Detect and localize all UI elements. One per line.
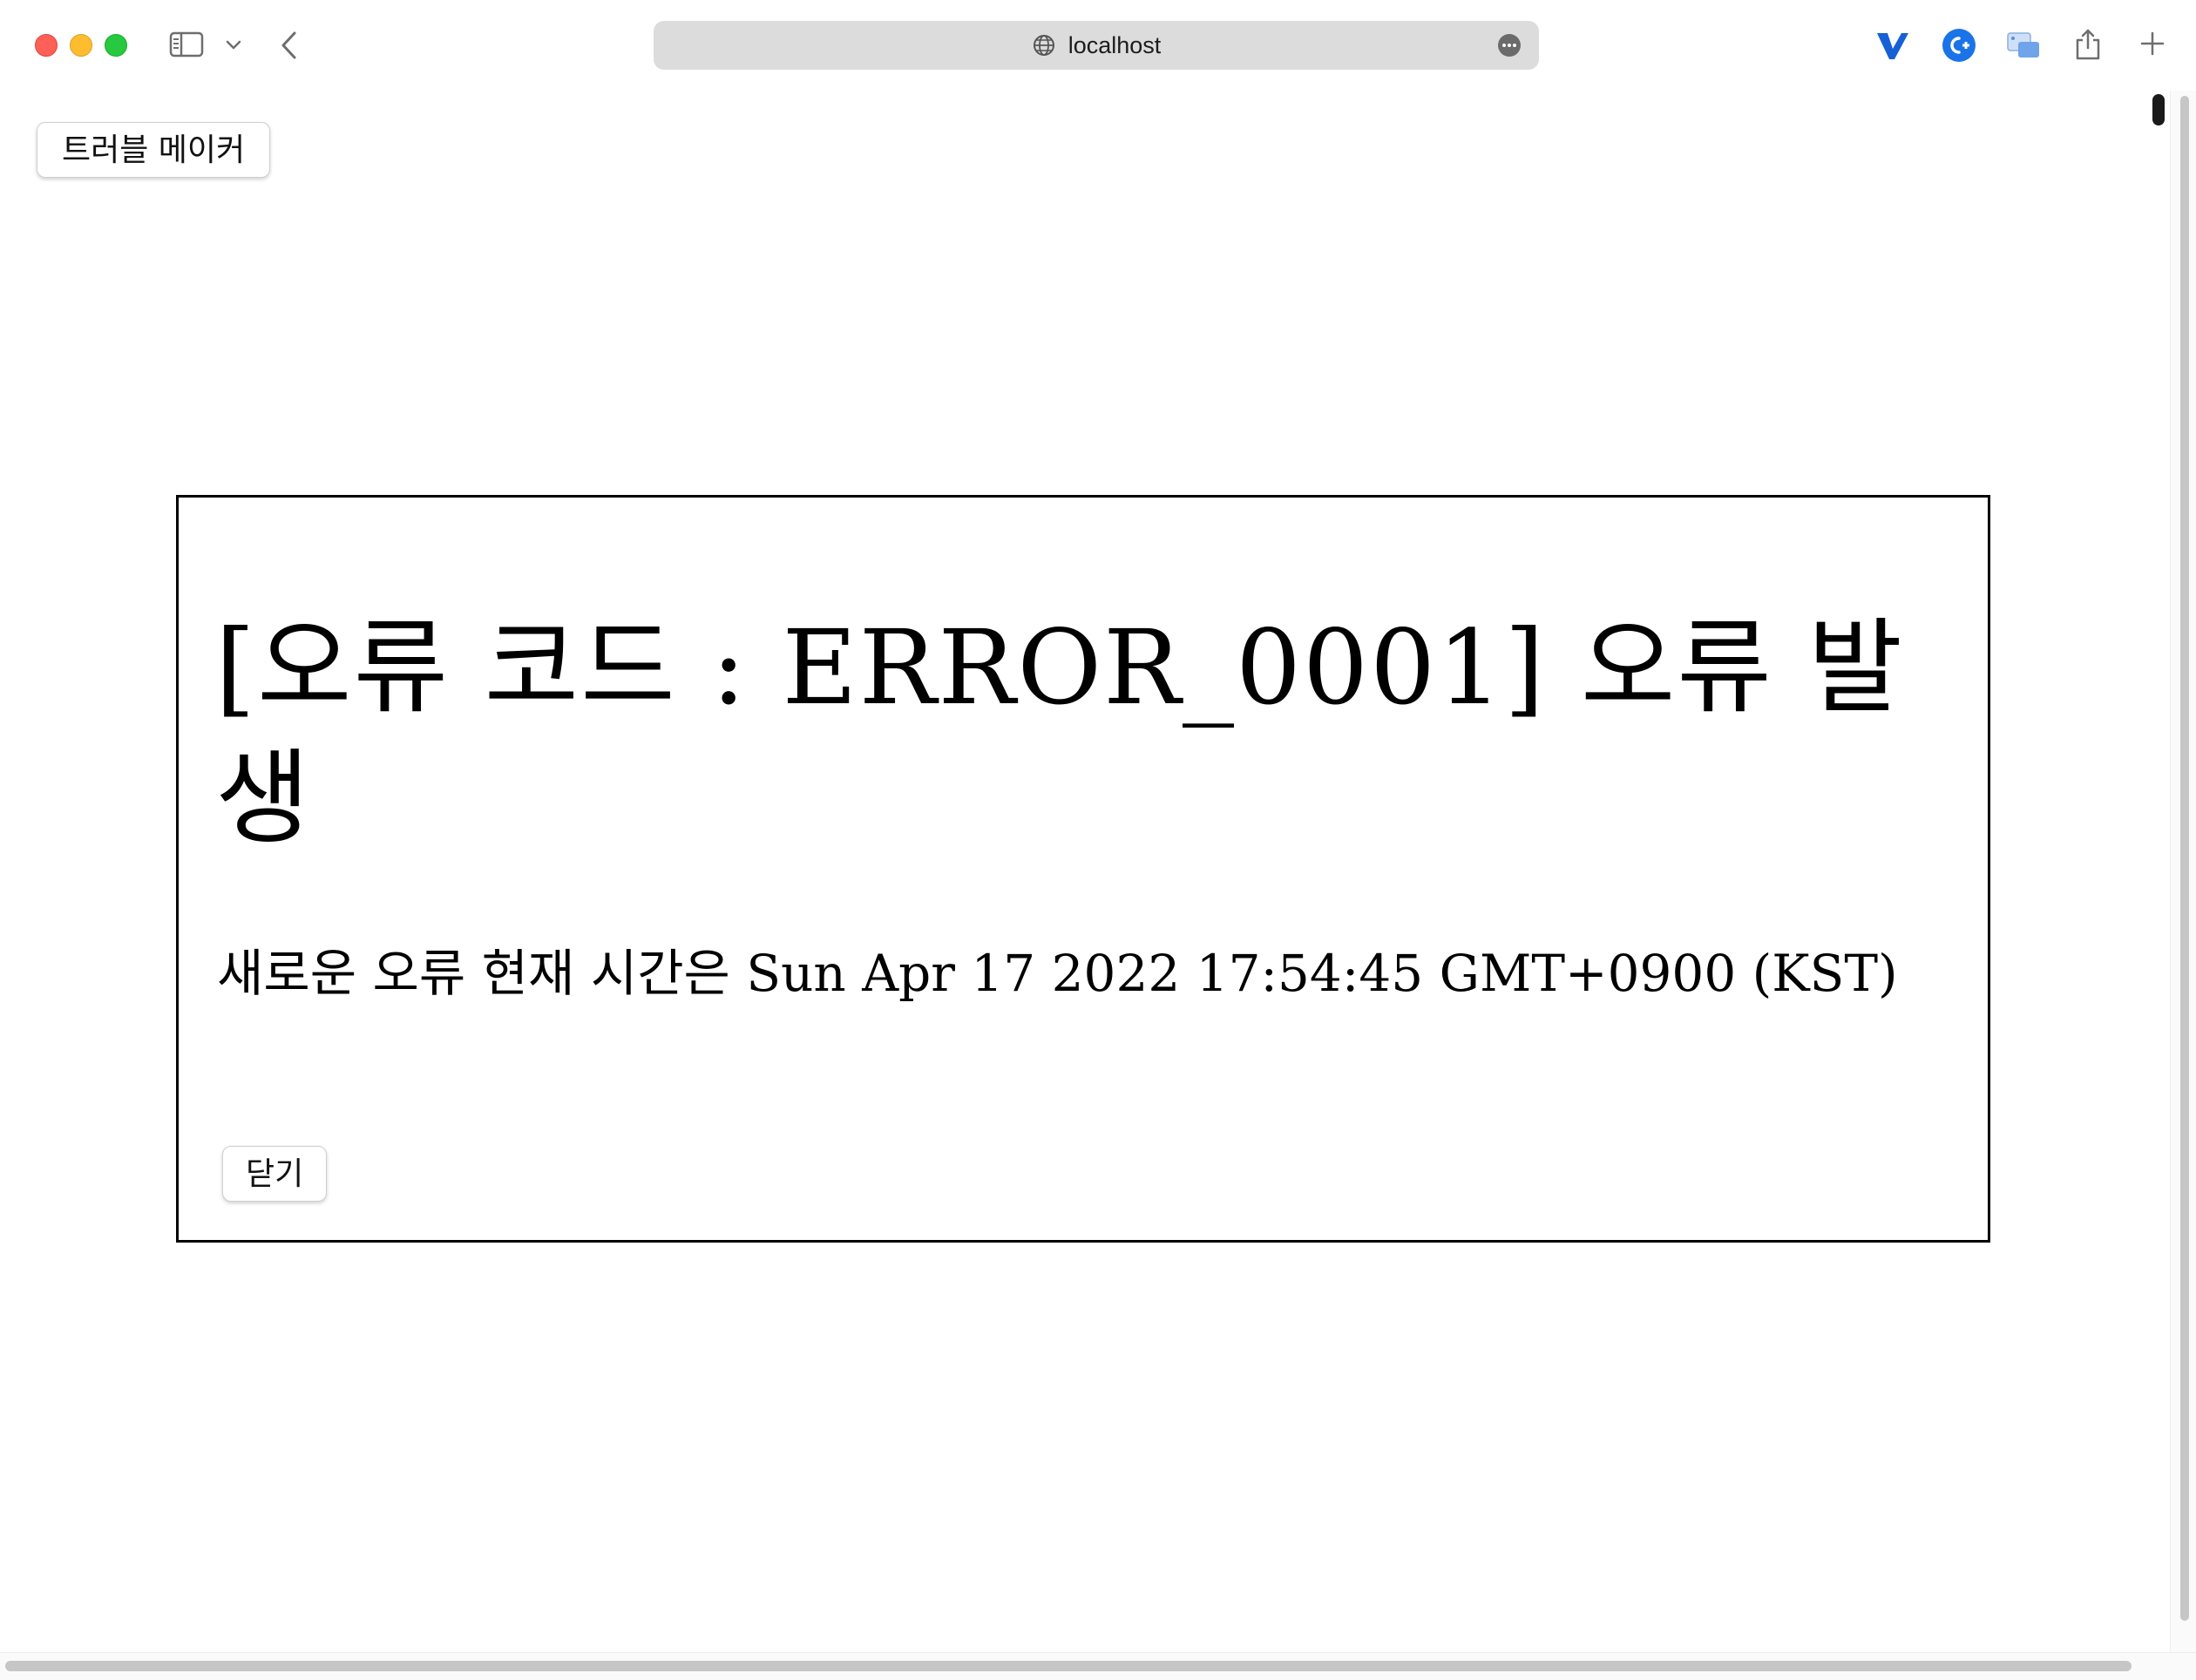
address-bar[interactable]: localhost	[654, 21, 1539, 70]
sidebar-icon	[169, 31, 204, 58]
ellipsis-icon[interactable]	[1497, 33, 1522, 58]
error-dialog: [오류 코드 : ERROR_0001] 오류 발생 새로운 오류 현재 시간은…	[176, 495, 1990, 1243]
share-icon	[2076, 29, 2100, 60]
horizontal-scrollbar-thumb[interactable]	[5, 1661, 2132, 1671]
picture-in-picture-icon	[2007, 32, 2039, 58]
error-message: 새로운 오류 현재 시간은 Sun Apr 17 2022 17:54:45 G…	[217, 944, 1898, 1003]
chevron-left-icon	[281, 31, 296, 59]
new-tab-button[interactable]	[2133, 24, 2172, 63]
page-content: 트러블 메이커 [오류 코드 : ERROR_0001] 오류 발생 새로운 오…	[0, 91, 2170, 1659]
window-maximize-button[interactable]	[105, 34, 127, 57]
v-extension-icon	[1877, 33, 1908, 59]
share-button[interactable]	[2069, 21, 2107, 64]
globe-icon	[1033, 35, 1054, 56]
address-content: localhost	[654, 21, 1539, 70]
window-close-button[interactable]	[35, 34, 58, 57]
error-title: [오류 코드 : ERROR_0001] 오류 발생	[215, 607, 1905, 858]
vertical-scrollbar-thumb[interactable]	[2180, 96, 2189, 1621]
back-button[interactable]	[272, 26, 307, 64]
close-button[interactable]: 닫기	[222, 1146, 328, 1202]
c-plus-extension-button[interactable]	[1940, 26, 1978, 64]
sidebar-toggle-button[interactable]	[167, 29, 206, 60]
c-plus-extension-icon	[1942, 29, 1976, 62]
chevron-down-icon	[226, 40, 241, 50]
v-extension-button[interactable]	[1874, 26, 1912, 64]
browser-toolbar: localhost	[0, 0, 2196, 91]
scroll-indicator	[2152, 94, 2165, 125]
plus-icon	[2140, 31, 2165, 56]
url-text: localhost	[1068, 31, 1162, 58]
window-minimize-button[interactable]	[70, 34, 92, 57]
browser-window: localhost 트러블 메이커 [오류 코드: ERROR_0001] 오…	[0, 0, 2196, 1680]
tab-group-menu-button[interactable]	[223, 35, 244, 56]
picture-in-picture-button[interactable]	[2004, 26, 2043, 64]
trouble-maker-button[interactable]: 트러블 메이커	[37, 122, 271, 178]
